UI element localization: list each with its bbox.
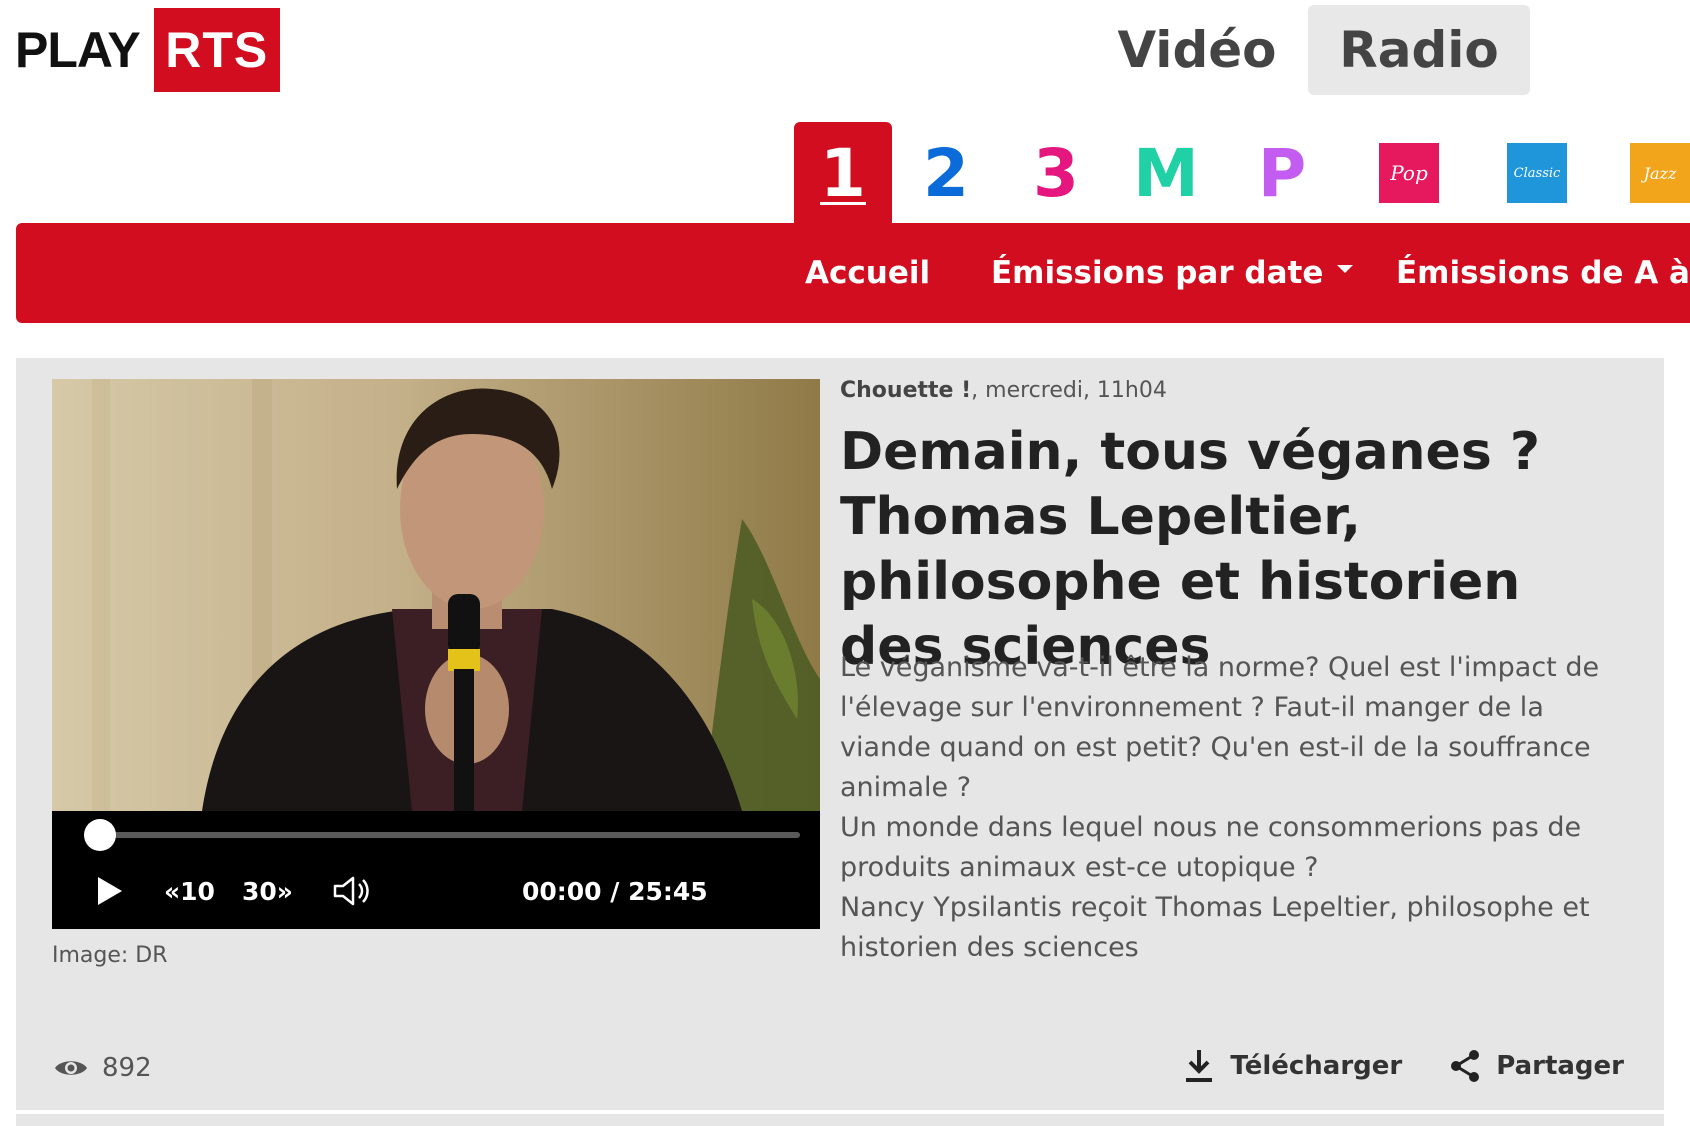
switch-video[interactable]: Vidéo bbox=[1086, 5, 1308, 95]
media-switch: Vidéo Radio bbox=[1086, 5, 1530, 95]
nav-emissions-par-date[interactable]: Émissions par date bbox=[991, 223, 1354, 323]
channel-espace-2[interactable]: 2 bbox=[900, 122, 992, 224]
time-display: 00:00 / 25:45 bbox=[522, 871, 708, 911]
episode-description: Le véganisme va-t-il être la norme? Quel… bbox=[840, 648, 1640, 968]
time-separator: / bbox=[601, 876, 629, 906]
description-paragraph: Nancy Ypsilantis reçoit Thomas Lepeltier… bbox=[840, 892, 1590, 963]
channel-classic-label: Classic bbox=[1507, 143, 1567, 203]
progress-track[interactable] bbox=[100, 832, 800, 838]
switch-radio[interactable]: Radio bbox=[1308, 5, 1530, 95]
channel-classic[interactable]: Classic bbox=[1502, 122, 1572, 224]
share-label: Partager bbox=[1496, 1051, 1624, 1081]
view-count-value: 892 bbox=[102, 1053, 152, 1083]
channel-pop-label: Pop bbox=[1379, 143, 1439, 203]
show-name[interactable]: Chouette ! bbox=[840, 378, 971, 403]
channel-selector: 1 2 3 M P Pop Classic Jazz bbox=[0, 122, 1690, 224]
channel-2-label: 2 bbox=[923, 134, 969, 212]
double-chevron-left-icon: « bbox=[164, 876, 181, 906]
share-icon bbox=[1451, 1050, 1480, 1082]
speaker-icon bbox=[333, 876, 369, 906]
channel-podcast[interactable]: P bbox=[1236, 122, 1328, 224]
download-icon bbox=[1186, 1050, 1213, 1082]
channel-jazz[interactable]: Jazz bbox=[1630, 122, 1690, 224]
double-chevron-right-icon: » bbox=[276, 876, 293, 906]
play-icon bbox=[98, 877, 122, 905]
download-button[interactable]: Télécharger bbox=[1184, 1048, 1402, 1084]
channel-m-label: M bbox=[1133, 134, 1199, 212]
rewind-10-button[interactable]: « 10 bbox=[164, 871, 215, 911]
image-credit: Image: DR bbox=[52, 943, 168, 968]
channel-p-label: P bbox=[1257, 134, 1307, 212]
nav-emissions-a-z[interactable]: Émissions de A à Z bbox=[1396, 223, 1690, 323]
forward-30-button[interactable]: 30 » bbox=[242, 871, 293, 911]
episode-meta: Chouette !, mercredi, 11h04 bbox=[840, 378, 1167, 403]
nav-accueil-label: Accueil bbox=[805, 255, 931, 291]
main-nav: Accueil Émissions par date Émissions de … bbox=[16, 223, 1690, 323]
description-paragraph: Le véganisme va-t-il être la norme? Quel… bbox=[840, 652, 1600, 803]
episode-title: Demain, tous véganes ? Thomas Lepeltier,… bbox=[840, 422, 1541, 677]
episode-datetime: , mercredi, 11h04 bbox=[971, 378, 1167, 403]
nav-accueil[interactable]: Accueil bbox=[805, 223, 930, 323]
nav-emissions-a-z-label: Émissions de A à Z bbox=[1396, 255, 1690, 291]
play-rts-logo[interactable]: PLAY RTS bbox=[15, 8, 280, 92]
episode-actions: Télécharger Partager bbox=[1184, 1048, 1624, 1084]
audio-player: « 10 30 » 00:00 / 25:45 bbox=[52, 811, 820, 929]
channel-couleur-3[interactable]: 3 bbox=[1010, 122, 1102, 224]
episode-card: « 10 30 » 00:00 / 25:45 Image: DR Chouet… bbox=[16, 358, 1664, 1110]
eye-icon bbox=[55, 1061, 87, 1075]
volume-button[interactable] bbox=[332, 871, 372, 911]
current-time: 00:00 bbox=[522, 876, 602, 906]
rewind-10-label: 10 bbox=[180, 876, 215, 906]
share-button[interactable]: Partager bbox=[1450, 1049, 1624, 1083]
logo-rts-text: RTS bbox=[153, 8, 280, 92]
description-paragraph: Un monde dans lequel nous ne consommerio… bbox=[840, 812, 1582, 883]
channel-1-label: 1 bbox=[820, 134, 866, 212]
download-label: Télécharger bbox=[1230, 1051, 1403, 1081]
chevron-down-icon bbox=[1337, 265, 1354, 273]
view-count: 892 bbox=[54, 1053, 152, 1083]
nav-emissions-par-date-label: Émissions par date bbox=[991, 255, 1324, 291]
channel-jazz-label: Jazz bbox=[1630, 143, 1690, 203]
card-divider bbox=[16, 1114, 1664, 1126]
episode-image bbox=[52, 379, 820, 811]
forward-30-label: 30 bbox=[242, 876, 277, 906]
channel-3-label: 3 bbox=[1033, 134, 1079, 212]
channel-la-1ere[interactable]: 1 bbox=[794, 122, 892, 224]
channel-option-musique[interactable]: M bbox=[1120, 122, 1212, 224]
play-button[interactable] bbox=[96, 871, 124, 911]
logo-play-text: PLAY bbox=[15, 22, 141, 78]
duration: 25:45 bbox=[628, 876, 708, 906]
channel-pop[interactable]: Pop bbox=[1374, 122, 1444, 224]
progress-handle[interactable] bbox=[84, 819, 116, 851]
